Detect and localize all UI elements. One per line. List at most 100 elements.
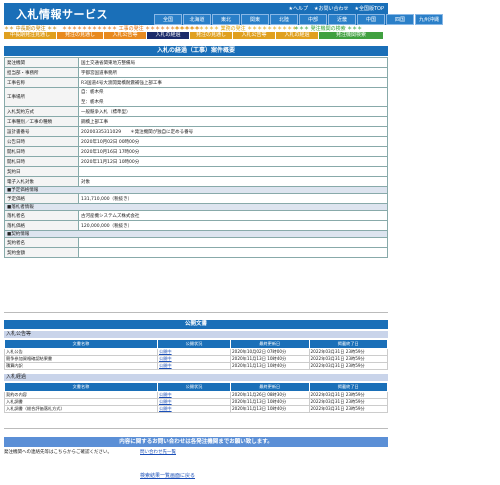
doc-end: 2022年03月31日 23時59分 (308, 398, 388, 406)
table-row: 競争参加資格確認結果書 公開中 2020年11月13日 10時40分 2022年03月… (4, 355, 388, 363)
region-tab[interactable]: 中国 (357, 14, 385, 25)
tab-services-notice[interactable]: 入札公告等 (233, 32, 275, 39)
table-row: 積算内訳 公開中 2020年11月13日 10時40分 2022年03月31日 23時… (4, 362, 388, 370)
detail-label: 落札者名 (4, 210, 79, 221)
site-logo[interactable]: 入札情報サービス (16, 6, 108, 22)
doc-status-link[interactable]: 公開中 (157, 398, 231, 406)
national-top-link[interactable]: ★全国版TOP (355, 5, 385, 12)
tab-works-notice[interactable]: 入札公告等 (104, 32, 146, 39)
tab-services-outlook[interactable]: 発注の見通し (190, 32, 232, 39)
region-tab[interactable]: 四国 (386, 14, 414, 25)
detail-row: 入札契約方式 一般競争入札（標準型） (4, 106, 388, 117)
doc-updated: 2020年11月26日 08時30分 (230, 391, 310, 399)
detail-row: 開札日時 2020年11月12日 10時00分 (4, 156, 388, 167)
section-header: ■予定価格情報 (4, 186, 388, 194)
notice-docs-table: 文書名称 公開状況 最終更新日 掲載終了日 入札公告 公開中 2020年10月02日… (4, 339, 388, 370)
detail-row: 予定価格 131,710,000（税抜き） (4, 193, 388, 204)
detail-value: 国土交通省関東地方整備局 (78, 57, 388, 68)
progress-section-header: 入札経過 (4, 374, 388, 381)
detail-value: 対象 (78, 176, 388, 187)
location-from: 自：栃木県 (81, 90, 104, 95)
detail-table: 発注機関 国土交通省関東地方整備局 担当部・事務所 宇都宮国道事務所 工事名称 R3国… (4, 57, 388, 258)
tab-works-outlook[interactable]: 発注の見通し (57, 32, 103, 39)
table-row: 入札公告 公開中 2020年10月02日 07時00分 2022年03月31日 23時… (4, 348, 388, 356)
detail-row: 公告日時 2020年10月02日 00時00分 (4, 136, 388, 147)
table-row: 契約の内容 公開中 2020年11月26日 08時30分 2022年03月31日 23… (4, 391, 388, 399)
services-label: ＊＊＊＊＊＊＊＊＊ 業務の発注 ＊＊＊＊＊＊＊＊＊＊ (174, 26, 298, 32)
detail-row: 設計書番号 20200335311029 ＊発注機関が独自に定める番号 (4, 126, 388, 137)
doc-status-link[interactable]: 公開中 (157, 391, 231, 399)
doc-updated: 2020年11月13日 10時40分 (230, 398, 310, 406)
help-link[interactable]: ★ヘルプ (289, 5, 308, 12)
midterm-label: ＊＊ 中長期の発注 ＊＊ (4, 26, 58, 32)
tab-services-progress[interactable]: 入札の経過 (276, 32, 318, 39)
detail-value (78, 247, 388, 258)
inquiry-row: 発注機関への連絡先等はこちらからご確認ください。 問い合わせ先一覧 (4, 449, 388, 455)
region-tab[interactable]: 全国 (154, 14, 182, 25)
detail-label: 入札契約方式 (4, 106, 79, 117)
detail-label: 契約者名 (4, 237, 79, 248)
tab-agency-search[interactable]: 発注機関検索 (319, 32, 383, 39)
doc-status-link[interactable]: 公開中 (157, 348, 231, 356)
detail-label: 開札日時 (4, 156, 79, 167)
doc-status-link[interactable]: 公開中 (157, 355, 231, 363)
doc-name: 入札調書 (4, 398, 158, 406)
section-header: ■落札者情報 (4, 203, 388, 211)
doc-name: 契約の内容 (4, 391, 158, 399)
col-status: 公開状況 (157, 339, 231, 349)
doc-end: 2022年03月31日 23時59分 (308, 391, 388, 399)
col-status: 公開状況 (157, 382, 231, 392)
detail-row: 契約日 (4, 166, 388, 177)
col-end: 掲載終了日 (308, 382, 388, 392)
detail-label: 契約金額 (4, 247, 79, 258)
region-tab[interactable]: 近畿 (328, 14, 356, 25)
detail-value: 鋼橋上部工事 (78, 116, 388, 127)
region-tab[interactable]: 北海道 (183, 14, 211, 25)
doc-name: 入札公告 (4, 348, 158, 356)
region-tab[interactable]: 北陸 (270, 14, 298, 25)
doc-updated: 2020年11月13日 10時40分 (230, 405, 310, 413)
detail-label: 設計書番号 (4, 126, 79, 137)
divider (4, 312, 388, 313)
site-header: 入札情報サービス ★ヘルプ ★お問い合わせ ★全国版TOP 全国 北海道 東北 … (4, 3, 443, 25)
winner-section-label: ■落札者情報 (4, 203, 388, 211)
doc-status-link[interactable]: 公開中 (157, 362, 231, 370)
tab-works-progress[interactable]: 入札の経過 (147, 32, 189, 39)
detail-row: 工事種別／工事の種類 鋼橋上部工事 (4, 116, 388, 127)
contact-link[interactable]: ★お問い合わせ (314, 5, 348, 12)
utility-links: ★ヘルプ ★お問い合わせ ★全国版TOP (289, 5, 384, 12)
detail-value: 120,000,000（税抜き） (78, 220, 388, 231)
detail-label: 開札日時 (4, 146, 79, 157)
doc-status-link[interactable]: 公開中 (157, 405, 231, 413)
region-tab[interactable]: 中部 (299, 14, 327, 25)
agency-label: ＊＊＊ 発注機関の検索 ＊＊＊ (294, 26, 363, 32)
detail-value: 一般競争入札（標準型） (78, 106, 388, 117)
detail-value (78, 237, 388, 248)
col-updated: 最終更新日 (230, 339, 310, 349)
doc-end: 2022年03月31日 23時59分 (308, 405, 388, 413)
location-to: 至：栃木県 (81, 100, 104, 105)
category-labels: ＊＊ 中長期の発注 ＊＊ ＊＊＊＊＊＊＊＊＊＊＊ 工事の発注 ＊＊＊＊＊＊＊＊＊… (4, 25, 388, 32)
detail-label: 工事場所 (4, 87, 79, 107)
back-to-results-link[interactable]: 検索結果一覧画面に戻る (140, 472, 195, 479)
notice-section-header: 入札公告等 (4, 331, 388, 338)
detail-row: 担当部・事務所 宇都宮国道事務所 (4, 67, 388, 78)
detail-label: 工事名称 (4, 77, 79, 88)
doc-end: 2022年03月31日 23時59分 (308, 348, 388, 356)
table-row: 入札調書 公開中 2020年11月13日 10時40分 2022年03月31日 23時… (4, 398, 388, 406)
detail-value: 自：栃木県至：栃木県 (78, 87, 388, 107)
tab-midterm-outlook[interactable]: 中長期発注見通し (4, 32, 56, 39)
doc-name: 積算内訳 (4, 362, 158, 370)
region-tab[interactable]: 関東 (241, 14, 269, 25)
detail-value: 古河産機システムズ株式会社 (78, 210, 388, 221)
detail-value (78, 166, 388, 177)
detail-label: 担当部・事務所 (4, 67, 79, 78)
section-header: ■契約情報 (4, 230, 388, 238)
detail-row: 発注機関 国土交通省関東地方整備局 (4, 57, 388, 68)
detail-row: 落札価格 120,000,000（税抜き） (4, 220, 388, 231)
divider (4, 428, 388, 429)
contact-list-link[interactable]: 問い合わせ先一覧 (140, 449, 176, 455)
region-tab[interactable]: 九州沖縄 (415, 14, 443, 25)
region-tab[interactable]: 東北 (212, 14, 240, 25)
doc-end: 2022年03月31日 23時59分 (308, 362, 388, 370)
